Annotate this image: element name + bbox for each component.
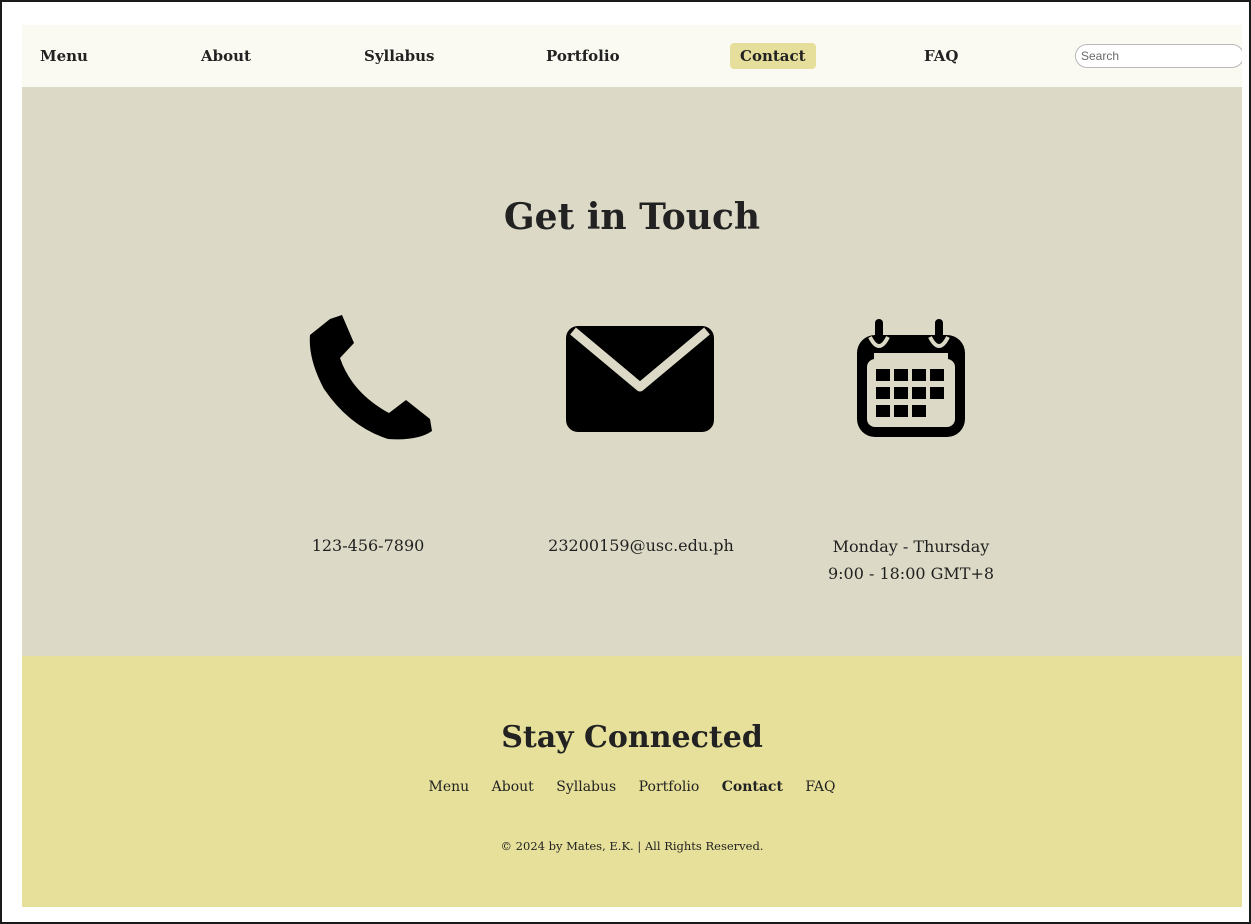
search-input[interactable] bbox=[1075, 44, 1242, 68]
nav-item-syllabus[interactable]: Syllabus bbox=[354, 43, 445, 69]
page: Menu About Syllabus Portfolio Contact FA… bbox=[22, 25, 1242, 907]
calendar-icon bbox=[857, 319, 965, 437]
browser-frame: Menu About Syllabus Portfolio Contact FA… bbox=[0, 0, 1251, 924]
nav-item-menu[interactable]: Menu bbox=[30, 43, 98, 69]
footer-link-menu[interactable]: Menu bbox=[429, 779, 470, 795]
top-navbar: Menu About Syllabus Portfolio Contact FA… bbox=[22, 25, 1242, 87]
envelope-icon bbox=[566, 326, 714, 432]
footer-links: Menu About Syllabus Portfolio Contact FA… bbox=[22, 779, 1242, 795]
footer-title: Stay Connected bbox=[501, 720, 763, 755]
office-hours: 9:00 - 18:00 GMT+8 bbox=[827, 564, 995, 583]
section-title: Get in Touch bbox=[503, 196, 761, 238]
contact-section: Get in Touch 123-456-7890 23200159@usc.e… bbox=[22, 87, 1242, 656]
footer-link-faq[interactable]: FAQ bbox=[805, 779, 835, 795]
phone-number: 123-456-7890 bbox=[311, 536, 425, 555]
phone-icon bbox=[309, 315, 432, 440]
nav-item-about[interactable]: About bbox=[191, 43, 261, 69]
footer-link-about[interactable]: About bbox=[492, 779, 534, 795]
email-address: 23200159@usc.edu.ph bbox=[548, 536, 734, 555]
nav-item-faq[interactable]: FAQ bbox=[914, 43, 968, 69]
footer-link-syllabus[interactable]: Syllabus bbox=[556, 779, 616, 795]
footer-link-portfolio[interactable]: Portfolio bbox=[639, 779, 700, 795]
nav-item-contact[interactable]: Contact bbox=[730, 43, 816, 69]
copyright-text: © 2024 by Mates, E.K. | All Rights Reser… bbox=[500, 839, 764, 853]
footer: Stay Connected Menu About Syllabus Portf… bbox=[22, 656, 1242, 907]
office-days: Monday - Thursday bbox=[832, 537, 990, 556]
footer-link-contact[interactable]: Contact bbox=[722, 779, 783, 795]
nav-item-portfolio[interactable]: Portfolio bbox=[536, 43, 630, 69]
